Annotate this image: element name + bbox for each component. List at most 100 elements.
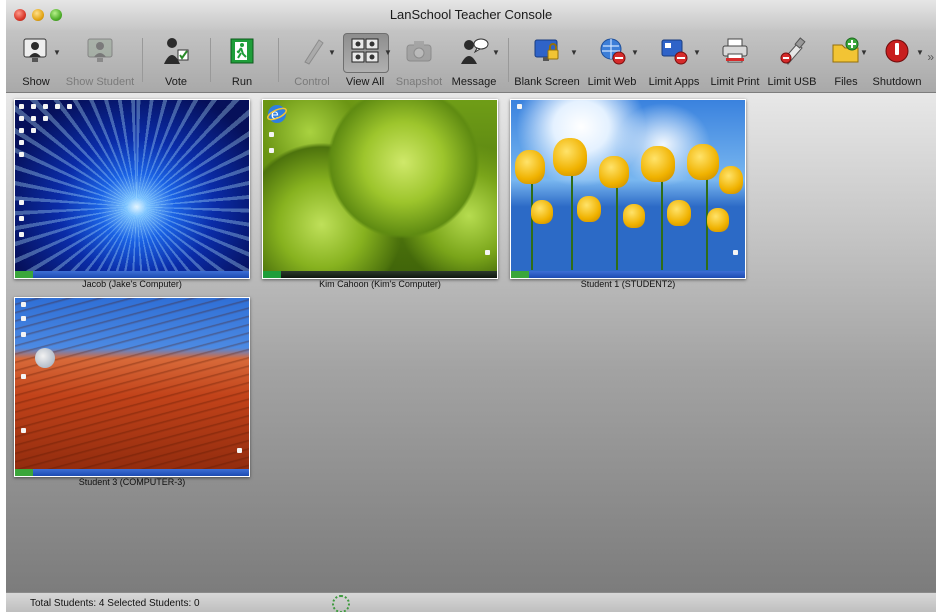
wallpaper-rays bbox=[15, 100, 249, 278]
internet-explorer-icon: e bbox=[267, 105, 287, 123]
limit-usb-button[interactable]: Limit USB bbox=[766, 32, 818, 90]
shutdown-button[interactable]: ▼ Shutdown bbox=[868, 32, 926, 90]
start-button bbox=[263, 271, 281, 278]
vote-icon bbox=[164, 38, 189, 64]
message-icon bbox=[461, 38, 489, 64]
app-window: LanSchool Teacher Console ▼ Show Show St… bbox=[6, 0, 936, 612]
chevron-down-icon: ▼ bbox=[328, 48, 336, 57]
desktop-icon bbox=[19, 116, 24, 121]
chevron-down-icon: ▼ bbox=[916, 48, 924, 57]
limit-web-label: Limit Web bbox=[587, 76, 637, 88]
chevron-down-icon: ▼ bbox=[570, 48, 578, 57]
chevron-down-icon: ▼ bbox=[492, 48, 500, 57]
shutdown-label: Shutdown bbox=[872, 76, 922, 88]
desktop-icon bbox=[21, 302, 26, 307]
desktop-icon bbox=[21, 374, 26, 379]
student-taskbar bbox=[511, 271, 745, 278]
recycle-bin-icon bbox=[733, 250, 738, 255]
student-thumbnail[interactable] bbox=[14, 99, 250, 279]
control-pen-icon bbox=[304, 39, 324, 65]
desktop-icon bbox=[31, 128, 36, 133]
toolbar-separator bbox=[142, 38, 143, 82]
show-student-label: Show Student bbox=[65, 76, 135, 88]
desktop-icon bbox=[19, 232, 24, 237]
run-button[interactable]: Run bbox=[220, 32, 264, 90]
desktop-icon bbox=[67, 104, 72, 109]
view-all-button[interactable]: ▼ View All bbox=[340, 32, 392, 90]
desktop-icon bbox=[269, 148, 274, 153]
limit-print-label: Limit Print bbox=[710, 76, 760, 88]
chevron-down-icon: ▼ bbox=[860, 48, 868, 57]
zoom-window-button[interactable] bbox=[50, 9, 62, 21]
status-student-counts: Total Students: 4 Selected Students: 0 bbox=[30, 598, 200, 609]
chevron-down-icon: ▼ bbox=[384, 48, 392, 57]
teacher-screen-icon bbox=[23, 38, 47, 62]
desktop-icon bbox=[269, 132, 274, 137]
view-all-grid-icon bbox=[351, 38, 379, 63]
student-taskbar bbox=[263, 271, 497, 278]
desktop-icon bbox=[43, 116, 48, 121]
control-button[interactable]: ▼ Control bbox=[288, 32, 336, 90]
view-all-label: View All bbox=[345, 76, 385, 88]
folder-icon bbox=[832, 37, 859, 63]
message-button[interactable]: ▼ Message bbox=[448, 32, 500, 90]
desktop-icon bbox=[55, 104, 60, 109]
desktop-icon bbox=[31, 116, 36, 121]
limit-apps-label: Limit Apps bbox=[648, 76, 700, 88]
show-student-button[interactable]: Show Student bbox=[64, 32, 136, 90]
student-taskbar bbox=[15, 271, 249, 278]
limit-apps-button[interactable]: ▼ Limit Apps bbox=[644, 32, 704, 90]
blank-screen-button[interactable]: ▼ Blank Screen bbox=[514, 32, 580, 90]
student-thumbnail[interactable] bbox=[14, 297, 250, 477]
limit-usb-label: Limit USB bbox=[767, 76, 817, 88]
show-label: Show bbox=[22, 76, 50, 88]
tulip-stem bbox=[531, 180, 533, 270]
student-thumbnail[interactable] bbox=[510, 99, 746, 279]
student-taskbar bbox=[15, 469, 249, 476]
tulip-flower bbox=[515, 150, 545, 184]
blank-screen-label: Blank Screen bbox=[514, 76, 580, 88]
close-window-button[interactable] bbox=[14, 9, 26, 21]
tulip-flower bbox=[623, 204, 645, 228]
desktop-icon bbox=[19, 104, 24, 109]
desktop-icon bbox=[21, 428, 26, 433]
start-button bbox=[15, 271, 33, 278]
printer-icon bbox=[722, 38, 748, 63]
vote-button[interactable]: Vote bbox=[152, 32, 200, 90]
toolbar-separator bbox=[508, 38, 509, 82]
tulip-stem bbox=[616, 175, 618, 270]
camera-icon bbox=[406, 41, 432, 62]
show-button[interactable]: ▼ Show bbox=[10, 32, 62, 90]
toolbar-separator bbox=[210, 38, 211, 82]
snapshot-button[interactable]: Snapshot bbox=[394, 32, 444, 90]
chevron-down-icon: ▼ bbox=[693, 48, 701, 57]
tulip-flower bbox=[641, 146, 675, 182]
toolbar: ▼ Show Show Student Vote Run ▼ Control ▼… bbox=[6, 30, 936, 93]
limit-web-button[interactable]: ▼ Limit Web bbox=[584, 32, 640, 90]
files-button[interactable]: ▼ Files bbox=[824, 32, 868, 90]
toolbar-separator bbox=[278, 38, 279, 82]
toolbar-overflow-icon[interactable]: » bbox=[927, 50, 934, 64]
student-caption: Jacob (Jake's Computer) bbox=[82, 279, 182, 289]
tulip-flower bbox=[531, 200, 553, 224]
snapshot-label: Snapshot bbox=[395, 76, 443, 88]
desktop-icon bbox=[21, 316, 26, 321]
usb-icon bbox=[780, 37, 806, 65]
desktop-icon bbox=[21, 332, 26, 337]
tulip-flower bbox=[553, 138, 587, 176]
start-button bbox=[511, 271, 529, 278]
desktop-icon bbox=[43, 104, 48, 109]
tulip-flower bbox=[599, 156, 629, 188]
desktop-icon bbox=[31, 104, 36, 109]
desktop-icon bbox=[19, 140, 24, 145]
control-label: Control bbox=[294, 76, 330, 88]
tulip-flower bbox=[577, 196, 601, 222]
student-caption: Student 1 (STUDENT2) bbox=[580, 279, 676, 289]
tulip-flower bbox=[719, 166, 743, 194]
window-title: LanSchool Teacher Console bbox=[389, 7, 553, 22]
minimize-window-button[interactable] bbox=[32, 9, 44, 21]
student-thumbnail[interactable]: e bbox=[262, 99, 498, 279]
title-bar: LanSchool Teacher Console bbox=[6, 0, 936, 30]
limit-print-button[interactable]: Limit Print bbox=[706, 32, 764, 90]
message-label: Message bbox=[451, 76, 497, 88]
